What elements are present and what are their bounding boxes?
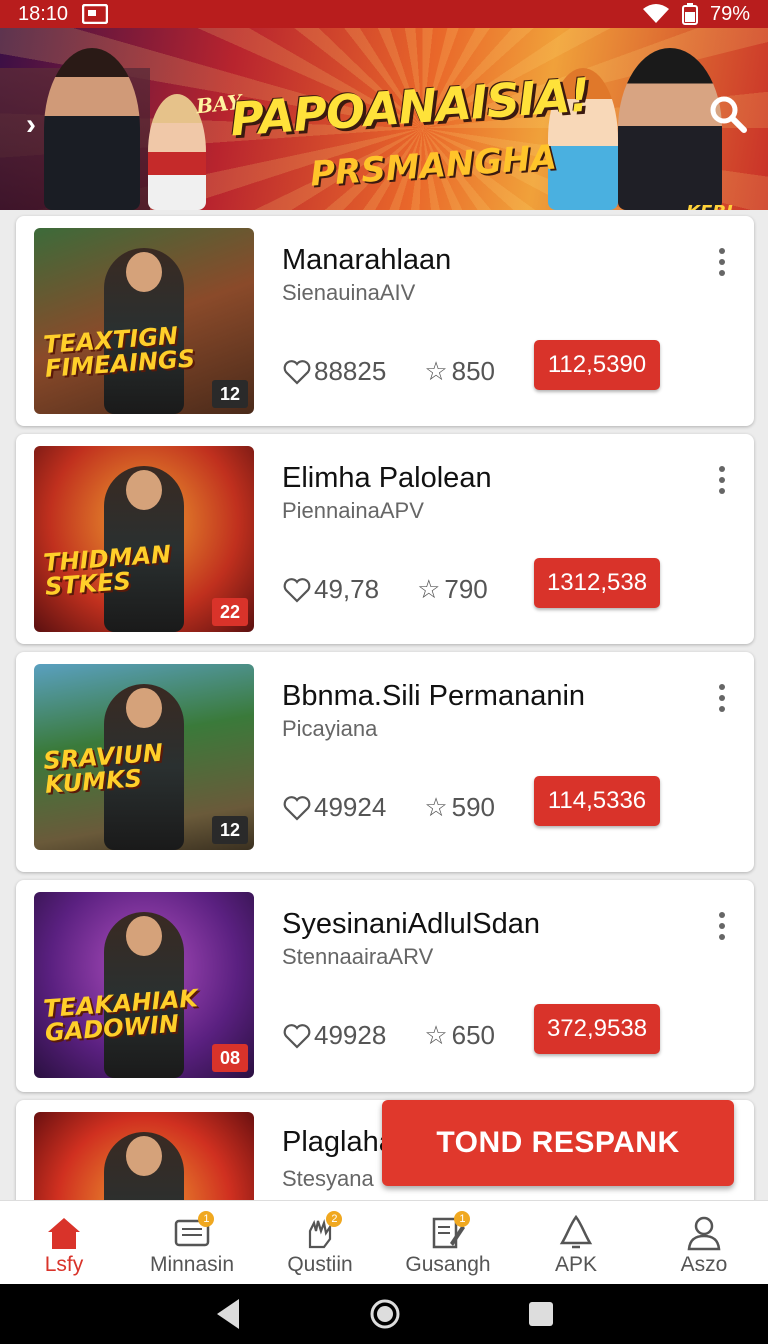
tab-label: Qustiin [287,1253,353,1276]
battery-level: 79% [709,2,750,25]
star-icon: ☆ [424,792,448,822]
tab-aszo[interactable]: Aszo [640,1201,768,1284]
rating-count: 850 [451,356,496,386]
likes-count: 49924 [314,792,387,822]
thumbnail-character [104,1132,184,1200]
heart-icon[interactable] [282,575,312,605]
back-icon[interactable] [213,1297,243,1331]
game-name[interactable]: Elimha Palolean [282,462,492,495]
chevron-right-icon[interactable]: › [26,108,36,142]
game-stats: 49924 ☆ 590 [282,792,495,823]
game-thumbnail[interactable] [34,1112,254,1200]
tab-label: Gusangh [405,1253,491,1276]
thumbnail-badge: 12 [212,380,248,408]
heart-icon[interactable] [282,793,312,823]
tab-label: Lsfy [44,1253,84,1276]
likes-count: 88825 [314,356,387,386]
thumbnail-title: SRAVIUN KUMKS [42,738,164,799]
game-name[interactable]: Bbnma.Sili Permananin [282,680,585,713]
banner-character-officer [618,48,722,210]
tab-label: Aszo [680,1253,728,1276]
game-card[interactable]: TEAKAHIAK GADOWIN 08 SyesinaniAdlulSdan … [16,880,754,1092]
game-list[interactable]: TEAXTIGN FIMEAINGS 12 Manarahlaan Sienau… [0,210,768,1200]
thumbnail-title: TEAKAHIAK GADOWIN [42,984,199,1047]
game-stats: 49928 ☆ 650 [282,1020,495,1051]
more-options-icon[interactable] [712,912,732,940]
game-subtitle: StennaairaARV [282,944,434,969]
game-card[interactable]: THIDMAN STKES 22 Elimha Palolean Piennai… [16,434,754,644]
banner-corner-text: KEBL [686,202,737,210]
likes-count: 49,78 [314,574,380,604]
star-icon: ☆ [424,1020,448,1050]
price-button[interactable]: 112,5390 [534,340,660,390]
thumbnail-badge: 22 [212,598,248,626]
tab-apk[interactable]: APK [512,1201,640,1284]
price-button[interactable]: 1312,538 [534,558,660,608]
more-options-icon[interactable] [712,466,732,494]
rating-count: 590 [451,792,496,822]
tab-home[interactable]: Lsfy [0,1201,128,1284]
game-subtitle: PiennainaAPV [282,498,424,523]
heart-icon[interactable] [282,357,312,387]
price-button[interactable]: 372,9538 [534,1004,660,1054]
recents-icon[interactable] [527,1300,555,1328]
tab-label: APK [554,1253,598,1276]
game-stats: 49,78 ☆ 790 [282,574,488,605]
thumbnail-title: TEAXTIGN FIMEAINGS [42,321,196,383]
promo-banner[interactable]: BAY PAPOANAISIA! PRSMANGHA KEBL › [0,28,768,210]
game-subtitle: Picayiana [282,716,378,741]
thumbnail-title: THIDMAN STKES [42,540,172,601]
home-icon [48,1218,80,1249]
home-button-icon[interactable] [369,1298,401,1330]
screenshot-icon [82,4,109,24]
heart-icon[interactable] [282,1021,312,1051]
star-icon: ☆ [424,356,448,386]
tab-minnasin[interactable]: 1 Minnasin [128,1201,256,1284]
game-name[interactable]: Plaglaha [282,1126,395,1159]
apk-icon [559,1214,593,1249]
game-stats: 88825 ☆ 850 [282,356,495,387]
rating-count: 790 [444,574,488,604]
banner-character-left [44,48,140,210]
tab-gusangh[interactable]: 1 Gusangh [384,1201,512,1284]
thumbnail-badge: 08 [212,1044,248,1072]
game-thumbnail[interactable]: TEAXTIGN FIMEAINGS 12 [34,228,254,414]
game-thumbnail[interactable]: SRAVIUN KUMKS 12 [34,664,254,850]
more-options-icon[interactable] [712,248,732,276]
rating-count: 650 [451,1020,496,1050]
tab-qustiin[interactable]: 2 Qustiin [256,1201,384,1284]
star-icon: ☆ [417,574,441,604]
status-bar: 18:10 79% [0,0,768,28]
game-thumbnail[interactable]: TEAKAHIAK GADOWIN 08 [34,892,254,1078]
search-icon[interactable] [708,94,748,134]
game-card[interactable]: TEAXTIGN FIMEAINGS 12 Manarahlaan Sienau… [16,216,754,426]
tab-label: Minnasin [149,1253,235,1276]
game-subtitle: SienauinaAIV [282,280,416,305]
battery-icon [681,3,698,25]
system-nav-bar [0,1284,768,1344]
likes-count: 49928 [314,1020,387,1050]
profile-icon [687,1216,721,1251]
cta-button[interactable]: TOND RESPANK [382,1100,734,1186]
more-options-icon[interactable] [712,684,732,712]
price-button[interactable]: 114,5336 [534,776,660,826]
bottom-tab-bar: Lsfy 1 Minnasin 2 Qustiin 1 Gusangh APK … [0,1200,768,1284]
game-subtitle: Stesyana [282,1166,374,1191]
thumbnail-badge: 12 [212,816,248,844]
game-card[interactable]: SRAVIUN KUMKS 12 Bbnma.Sili Permananin P… [16,652,754,872]
game-name[interactable]: Manarahlaan [282,244,451,277]
clock: 18:10 [18,2,69,25]
wifi-icon [642,4,669,23]
game-name[interactable]: SyesinaniAdlulSdan [282,908,540,941]
game-thumbnail[interactable]: THIDMAN STKES 22 [34,446,254,632]
